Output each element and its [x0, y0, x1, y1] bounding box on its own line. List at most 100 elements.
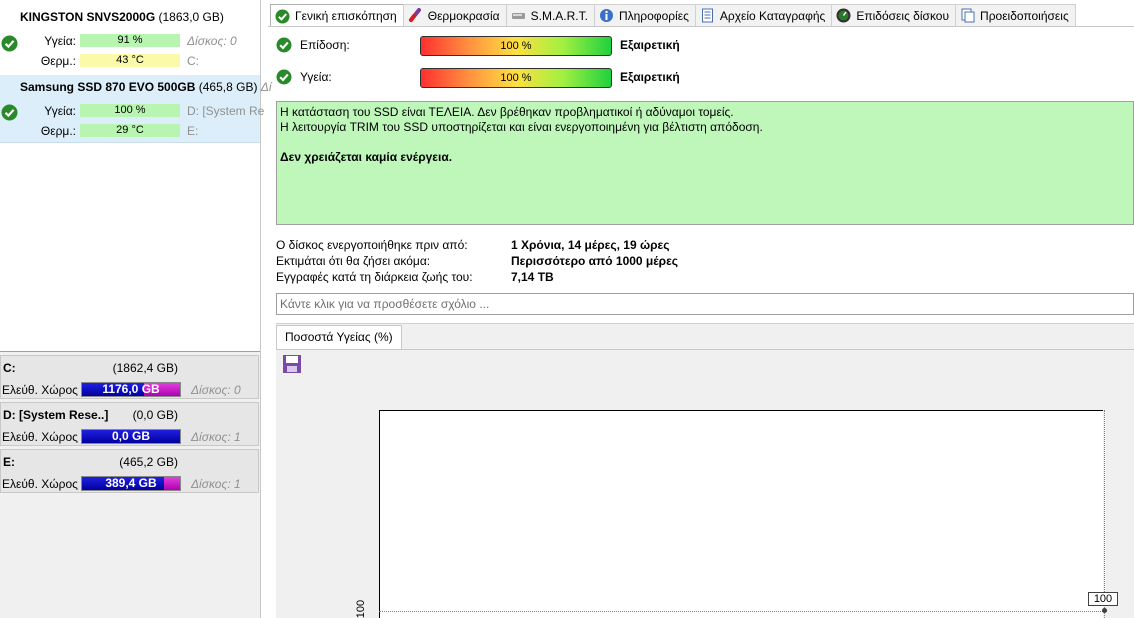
- data-point: [1102, 608, 1107, 613]
- health-bar: 91 %: [80, 34, 180, 47]
- tab-label: Αρχείο Καταγραφής: [719, 8, 826, 23]
- comment-field[interactable]: Κάντε κλικ για να προσθέσετε σχόλιο ...: [276, 293, 1134, 315]
- tab-label: S.M.A.R.T.: [530, 8, 588, 23]
- written-row: Εγγραφές κατά τη διάρκεια ζωής του: 7,14…: [276, 270, 554, 284]
- tab-performance[interactable]: Επιδόσεις δίσκου: [831, 4, 957, 26]
- left-panel: KINGSTON SNVS2000G (1863,0 GB) Υγεία: 91…: [0, 0, 272, 618]
- value-guide: [379, 611, 1107, 612]
- health-verdict: Εξαιρετική: [620, 70, 680, 84]
- tab-health-chart[interactable]: Ποσοστά Υγείας (%): [276, 325, 402, 349]
- ok-check-icon: [1, 104, 18, 121]
- disk-list: KINGSTON SNVS2000G (1863,0 GB) Υγεία: 91…: [0, 0, 272, 352]
- powered-on-row: Ο δίσκος ενεργοποιήθηκε πριν από: 1 Χρόν…: [276, 238, 669, 252]
- tab-label: Πληροφορίες: [618, 8, 689, 23]
- tab-label: Επιδόσεις δίσκου: [856, 8, 950, 23]
- health-label: Υγεία:: [44, 34, 76, 48]
- info-icon: [599, 9, 613, 22]
- tab-overview[interactable]: Γενική επισκόπηση: [270, 4, 404, 27]
- gauge-icon: [836, 8, 851, 23]
- written-value: 7,14 TB: [511, 270, 554, 284]
- disk-title: KINGSTON SNVS2000G (1863,0 GB): [20, 10, 224, 24]
- data-point-label: 100: [1088, 592, 1118, 606]
- status-text-box: Η κατάσταση του SSD είναι ΤΕΛΕΙΑ. Δεν βρ…: [276, 101, 1134, 225]
- thermometer-icon: [408, 8, 421, 22]
- tab-label: Προειδοποιήσεις: [980, 8, 1069, 23]
- disk-item-samsung[interactable]: Samsung SSD 870 EVO 500GB (465,8 GB) Δί …: [0, 75, 272, 143]
- y-tick-label: 100: [355, 599, 367, 618]
- save-icon[interactable]: [282, 354, 302, 374]
- health-row: Υγεία: 100 % Εξαιρετική: [276, 68, 696, 88]
- disk-index-cut: Δί: [260, 80, 272, 94]
- tab-label: Θερμοκρασία: [427, 8, 500, 23]
- performance-verdict: Εξαιρετική: [620, 38, 680, 52]
- disk-index: Δίσκος: 0: [187, 34, 237, 48]
- lifetime-row: Εκτιμάται ότι θα ζήσει ακόμα: Περισσότερ…: [276, 254, 678, 268]
- status-action: Δεν χρειάζεται καμία ενέργεια.: [280, 150, 453, 164]
- status-line: Η λειτουργία TRIM του SSD υποστηρίζεται …: [280, 120, 763, 134]
- lifetime-value: Περισσότερο από 1000 μέρες: [511, 254, 679, 268]
- checkmark-icon: [275, 9, 290, 23]
- disk-capacity: (1863,0 GB): [158, 10, 224, 24]
- volume-disk-ref: Δίσκος: 1: [191, 430, 241, 444]
- tab-label: Γενική επισκόπηση: [295, 9, 397, 23]
- disk-title: Samsung SSD 870 EVO 500GB (465,8 GB) Δί: [20, 80, 272, 94]
- volume-name: C:: [3, 361, 16, 375]
- volume-item-d[interactable]: D: [System Rese..] (0,0 GB) Ελεύθ. Χώρος…: [0, 402, 259, 446]
- free-space-value: 1176,0 GB: [102, 382, 160, 396]
- ok-check-icon: [1, 35, 18, 52]
- health-bar: 100 %: [420, 68, 612, 88]
- health-label: Υγεία:: [300, 70, 332, 84]
- free-space-label: Ελεύθ. Χώρος: [2, 477, 78, 491]
- lifetime-label: Εκτιμάται ότι θα ζήσει ακόμα:: [276, 254, 431, 268]
- temp-label: Θερμ.:: [40, 54, 76, 68]
- tab-info[interactable]: Πληροφορίες: [593, 4, 696, 26]
- tab-temperature[interactable]: Θερμοκρασία: [402, 4, 507, 26]
- ok-check-icon: [276, 69, 292, 85]
- tab-smart[interactable]: S.M.A.R.T.: [505, 4, 595, 26]
- powered-on-label: Ο δίσκος ενεργοποιήθηκε πριν από:: [276, 238, 468, 252]
- alert-icon: [961, 8, 975, 23]
- disk-name: Samsung SSD 870 EVO 500GB: [20, 80, 196, 94]
- volume-disk-ref: Δίσκος: 1: [191, 477, 241, 491]
- performance-bar: 100 %: [420, 36, 612, 56]
- health-label: Υγεία:: [44, 104, 76, 118]
- free-space-bar: 0,0 GB: [81, 429, 181, 444]
- free-space-bar: 389,4 GB: [81, 476, 181, 491]
- tab-log[interactable]: Αρχείο Καταγραφής: [694, 4, 833, 26]
- performance-label: Επίδοση:: [300, 38, 350, 52]
- volume-disk-ref: Δίσκος: 0: [191, 383, 241, 397]
- chart-panel: Ποσοστά Υγείας (%) 100 100: [276, 323, 1134, 618]
- temp-label: Θερμ.:: [40, 124, 76, 138]
- status-line: Η κατάσταση του SSD είναι ΤΕΛΕΙΑ. Δεν βρ…: [280, 105, 734, 119]
- health-bar: 100 %: [80, 104, 180, 117]
- written-label: Εγγραφές κατά τη διάρκεια ζωής του:: [276, 270, 473, 284]
- tab-alerts[interactable]: Προειδοποιήσεις: [955, 4, 1076, 26]
- powered-on-value: 1 Χρόνια, 14 μέρες, 19 ώρες: [511, 238, 670, 252]
- plot-area: [379, 410, 1103, 618]
- volume-size: (1862,4 GB): [112, 361, 178, 375]
- volume-item-c[interactable]: C: (1862,4 GB) Ελεύθ. Χώρος 1176,0 GB Δί…: [0, 355, 259, 399]
- temp-bar: 29 °C: [80, 124, 180, 137]
- volume-name: E:: [3, 455, 15, 469]
- ok-check-icon: [276, 37, 292, 53]
- volume-item-e[interactable]: E: (465,2 GB) Ελεύθ. Χώρος 389,4 GB Δίσκ…: [0, 449, 259, 493]
- free-space-value: 0,0 GB: [111, 429, 150, 443]
- log-icon: [701, 8, 713, 23]
- drive-letter: D: [System Re: [187, 104, 265, 118]
- free-space-value: 389,4 GB: [105, 476, 157, 490]
- disk-name: KINGSTON SNVS2000G: [20, 10, 156, 24]
- free-space-label: Ελεύθ. Χώρος: [2, 383, 78, 397]
- free-space-label: Ελεύθ. Χώρος: [2, 430, 78, 444]
- drive-icon: [511, 13, 525, 19]
- performance-row: Επίδοση: 100 % Εξαιρετική: [276, 36, 696, 56]
- temp-bar: 43 °C: [80, 54, 180, 67]
- disk-item-kingston[interactable]: KINGSTON SNVS2000G (1863,0 GB) Υγεία: 91…: [0, 0, 260, 68]
- tab-divider: [268, 26, 1134, 27]
- drive-letter: C:: [187, 54, 199, 68]
- tab-bar: Γενική επισκόπηση Θερμοκρασία S.M.A.R.T.…: [270, 4, 1076, 27]
- free-space-bar: 1176,0 GB: [81, 382, 181, 397]
- volume-size: (465,2 GB): [119, 455, 178, 469]
- volume-name: D: [System Rese..]: [3, 408, 109, 422]
- latest-date-guide: [1104, 410, 1105, 618]
- disk-capacity: (465,8 GB): [198, 80, 258, 94]
